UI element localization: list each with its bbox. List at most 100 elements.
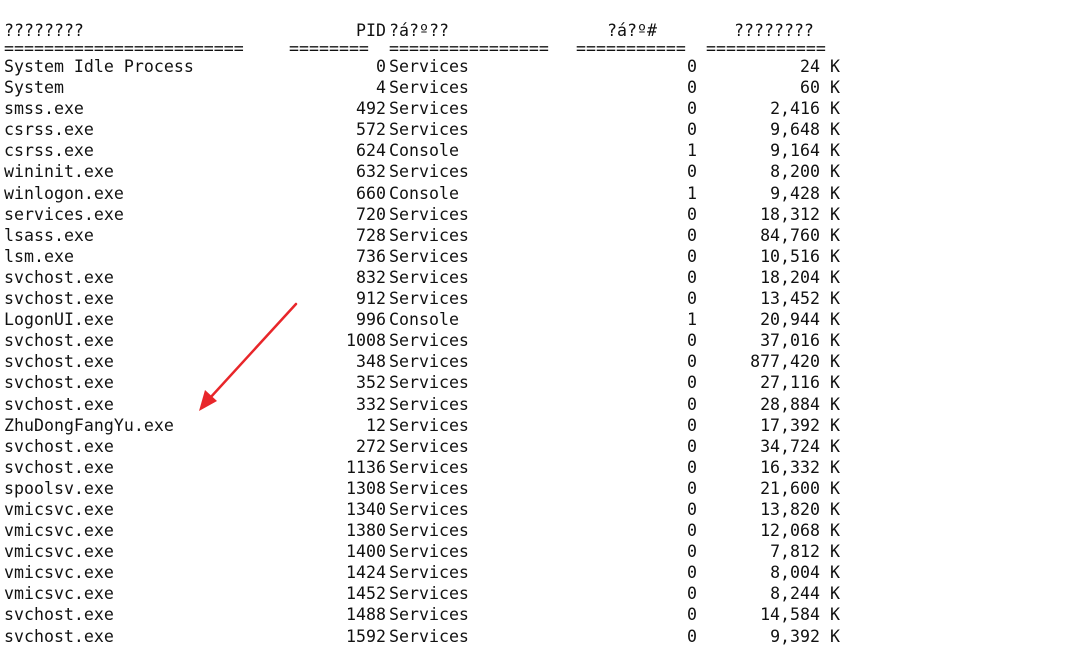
process-session-name: Services [389, 331, 469, 351]
table-row: svchost.exe 1136 Services 0 16,332 K [4, 457, 1076, 478]
table-row: System 4 Services 0 60 K [4, 77, 1076, 98]
process-session-number: 0 [687, 120, 697, 140]
process-name: svchost.exe [4, 289, 114, 309]
process-name: csrss.exe [4, 141, 94, 161]
table-row: svchost.exe 1008 Services 0 37,016 K [4, 330, 1076, 351]
process-mem-usage: 10,516 K [760, 246, 840, 266]
process-session-name: Services [389, 204, 469, 224]
separator-mem: ============ [706, 42, 826, 56]
process-mem-usage: 18,204 K [760, 267, 840, 287]
console-output: ???????? PID ?á?º?? ?á?º# ???????? =====… [4, 20, 1076, 647]
process-name: services.exe [4, 204, 124, 224]
process-session-number: 0 [687, 352, 697, 372]
table-row: svchost.exe 272 Services 0 34,724 K [4, 436, 1076, 457]
process-name: vmicsvc.exe [4, 584, 114, 604]
process-session-name: Services [389, 415, 469, 435]
process-session-name: Services [389, 373, 469, 393]
process-mem-usage: 7,812 K [770, 542, 840, 562]
process-session-name: Console [389, 141, 459, 161]
process-session-number: 0 [687, 563, 697, 583]
process-session-number: 0 [687, 457, 697, 477]
process-session-number: 0 [687, 289, 697, 309]
process-pid: 660 [356, 183, 386, 203]
process-pid: 1488 [346, 605, 386, 625]
process-session-name: Services [389, 225, 469, 245]
process-session-number: 0 [687, 584, 697, 604]
process-name: LogonUI.exe [4, 310, 114, 330]
process-session-name: Services [389, 436, 469, 456]
header-pid: PID [356, 21, 386, 40]
process-session-number: 0 [687, 605, 697, 625]
process-pid: 720 [356, 204, 386, 224]
process-session-number: 0 [687, 225, 697, 245]
process-name: lsm.exe [4, 246, 74, 266]
header-image-name: ???????? [4, 21, 84, 40]
process-session-name: Services [389, 394, 469, 414]
table-row: csrss.exe 624 Console 1 9,164 K [4, 140, 1076, 161]
process-session-number: 1 [687, 183, 697, 203]
process-session-number: 0 [687, 57, 697, 76]
table-row: csrss.exe 572 Services 0 9,648 K [4, 119, 1076, 140]
process-pid: 1424 [346, 563, 386, 583]
process-pid: 1308 [346, 478, 386, 498]
separator-session: ================ [389, 42, 549, 56]
process-mem-usage: 877,420 K [750, 352, 840, 372]
process-session-number: 1 [687, 310, 697, 330]
process-session-name: Console [389, 310, 459, 330]
process-pid: 1452 [346, 584, 386, 604]
process-mem-usage: 34,724 K [760, 436, 840, 456]
process-pid: 736 [356, 246, 386, 266]
process-name: System [4, 78, 64, 98]
process-mem-usage: 17,392 K [760, 415, 840, 435]
table-row: lsm.exe 736 Services 0 10,516 K [4, 246, 1076, 267]
process-session-name: Console [389, 183, 459, 203]
process-mem-usage: 14,584 K [760, 605, 840, 625]
process-pid: 996 [356, 310, 386, 330]
process-session-name: Services [389, 521, 469, 541]
process-session-name: Services [389, 99, 469, 119]
process-mem-usage: 27,116 K [760, 373, 840, 393]
process-session-number: 0 [687, 373, 697, 393]
process-pid: 4 [376, 78, 386, 98]
process-mem-usage: 16,332 K [760, 457, 840, 477]
table-row: svchost.exe 1592 Services 0 9,392 K [4, 626, 1076, 647]
process-name: svchost.exe [4, 626, 114, 646]
process-session-number: 0 [687, 542, 697, 562]
process-pid: 912 [356, 289, 386, 309]
process-name: svchost.exe [4, 436, 114, 456]
process-session-number: 0 [687, 99, 697, 119]
process-session-number: 0 [687, 415, 697, 435]
process-pid: 332 [356, 394, 386, 414]
process-name: System Idle Process [4, 57, 194, 76]
process-session-number: 0 [687, 521, 697, 541]
table-row: lsass.exe 728 Services 0 84,760 K [4, 225, 1076, 246]
table-row: svchost.exe 332 Services 0 28,884 K [4, 394, 1076, 415]
process-session-name: Services [389, 499, 469, 519]
table-row: vmicsvc.exe 1424 Services 0 8,004 K [4, 562, 1076, 583]
process-session-name: Services [389, 352, 469, 372]
process-name: winlogon.exe [4, 183, 124, 203]
process-session-number: 0 [687, 626, 697, 646]
process-mem-usage: 9,428 K [770, 183, 840, 203]
process-session-number: 0 [687, 394, 697, 414]
process-name: lsass.exe [4, 225, 94, 245]
process-pid: 1592 [346, 626, 386, 646]
process-session-number: 0 [687, 499, 697, 519]
process-pid: 0 [376, 57, 386, 76]
process-pid: 1400 [346, 542, 386, 562]
process-pid: 1340 [346, 499, 386, 519]
process-mem-usage: 60 K [800, 78, 840, 98]
process-pid: 12 [366, 415, 386, 435]
table-row: svchost.exe 832 Services 0 18,204 K [4, 267, 1076, 288]
process-name: vmicsvc.exe [4, 563, 114, 583]
process-session-name: Services [389, 542, 469, 562]
process-session-name: Services [389, 57, 469, 76]
table-row: svchost.exe 1488 Services 0 14,584 K [4, 604, 1076, 625]
process-mem-usage: 37,016 K [760, 331, 840, 351]
table-row: wininit.exe 632 Services 0 8,200 K [4, 161, 1076, 182]
process-mem-usage: 24 K [800, 57, 840, 76]
process-name: svchost.exe [4, 267, 114, 287]
table-row: System Idle Process 0 Services 0 24 K [4, 56, 1076, 77]
process-mem-usage: 12,068 K [760, 521, 840, 541]
header-session-name: ?á?º?? [389, 21, 449, 40]
